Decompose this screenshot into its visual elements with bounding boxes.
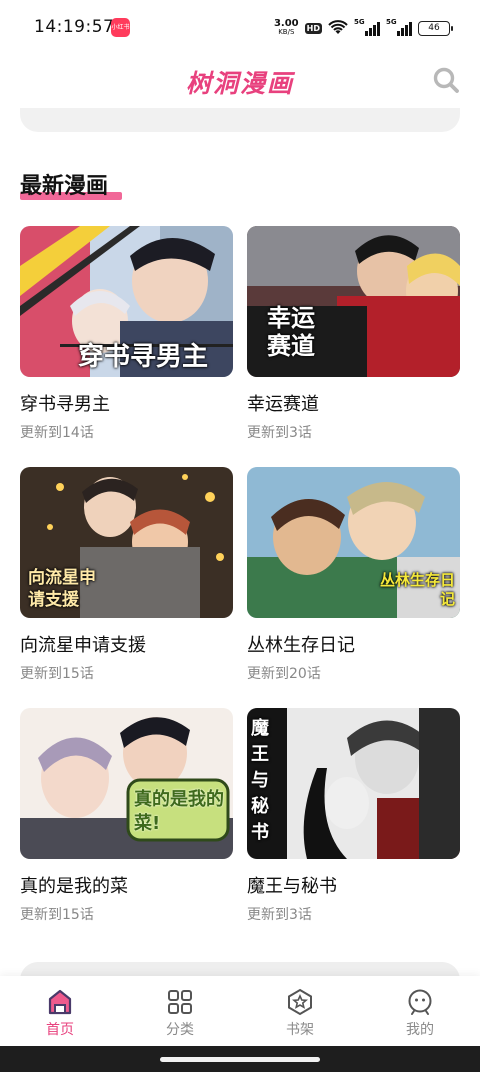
comic-title[interactable]: 丛林生存日记 [247,631,355,657]
comic-cover[interactable]: 幸运赛道 [247,226,460,377]
comic-update-status: 更新到15话 [20,666,94,682]
home-icon [48,989,72,1015]
home-gesture-bar[interactable] [160,1057,320,1062]
nav-item-home[interactable]: 首页 [0,976,120,1046]
comic-title[interactable]: 真的是我的菜 [20,872,128,898]
hd-icon: HD [304,22,322,34]
bottom-navigation: 首页 分类 书架 我的 [0,976,480,1046]
nav-item-bookshelf[interactable]: 书架 [240,976,360,1046]
app-header: 树洞漫画 [0,56,480,106]
comic-cover[interactable]: 真的是我的菜! [20,708,233,859]
comic-card[interactable]: 幸运赛道 幸运赛道 更新到3话 [247,226,460,450]
nav-label-category: 分类 [166,1022,194,1038]
comic-card[interactable]: 穿书寻男主 穿书寻男主 更新到14话 [20,226,233,450]
status-time: 14:19:57 [34,17,115,37]
comic-title[interactable]: 向流星申请支援 [20,631,146,657]
comic-card[interactable]: 魔王与秘书 魔王与秘书 更新到3话 [247,708,460,932]
cover-title-text: 向流星申请支援 [28,568,96,610]
section-title: 最新漫画 [20,174,109,199]
cover-title-text: 真的是我的菜! [134,789,224,834]
comic-title[interactable]: 穿书寻男主 [20,390,110,416]
comic-update-status: 更新到14话 [20,425,94,441]
comic-card[interactable]: 真的是我的菜! 真的是我的菜 更新到15话 [20,708,233,932]
cover-illustration [247,708,460,859]
nav-item-category[interactable]: 分类 [120,976,240,1046]
bookshelf-icon [288,988,312,1016]
comic-update-status: 更新到20话 [247,666,321,682]
network-speed-unit: KB/S [278,28,295,36]
notification-app-icon: 小红书 [111,18,130,37]
wifi-icon [328,20,348,34]
comic-cover[interactable]: 穿书寻男主 [20,226,233,377]
app-title-logo: 树洞漫画 [185,69,294,98]
profile-icon [408,989,432,1015]
comic-update-status: 更新到3话 [247,907,312,923]
network-speed-value: 3.00 [273,18,299,29]
comic-cover[interactable]: 向流星申请支援 [20,467,233,618]
status-indicators: 3.00 KB/S HD 5G 5G 46 [274,15,453,41]
network-speed: 3.00 KB/S [274,19,299,37]
signal-strength-icon: 5G [354,18,380,36]
comic-title[interactable]: 幸运赛道 [247,390,319,416]
status-bar: 14:19:57 小红书 3.00 KB/S HD 5G 5G 46 [0,0,480,56]
cover-title-text: 魔王与秘书 [251,718,269,843]
banner-card-edge [20,108,460,132]
comic-card[interactable]: 向流星申请支援 向流星申请支援 更新到15话 [20,467,233,691]
comic-update-status: 更新到3话 [247,425,312,441]
comic-cover[interactable]: 丛林生存日记 [247,467,460,618]
cover-title-text: 幸运赛道 [267,304,315,360]
comic-cover[interactable]: 魔王与秘书 [247,708,460,859]
nav-item-profile[interactable]: 我的 [360,976,480,1046]
comic-card[interactable]: 丛林生存日记 丛林生存日记 更新到20话 [247,467,460,691]
search-icon[interactable] [432,66,460,94]
cover-title-text: 丛林生存日记 [379,571,455,608]
cover-title-text: 穿书寻男主 [78,342,209,372]
cover-illustration [20,708,233,859]
battery-icon: 46 [418,20,453,36]
comic-update-status: 更新到15话 [20,907,94,923]
system-gesture-area [0,1046,480,1072]
grid-icon [168,990,192,1014]
nav-label-bookshelf: 书架 [286,1022,314,1038]
nav-label-profile: 我的 [406,1022,434,1038]
signal-strength-icon: 5G [386,18,412,36]
nav-label-home: 首页 [46,1022,74,1038]
comic-title[interactable]: 魔王与秘书 [247,872,337,898]
